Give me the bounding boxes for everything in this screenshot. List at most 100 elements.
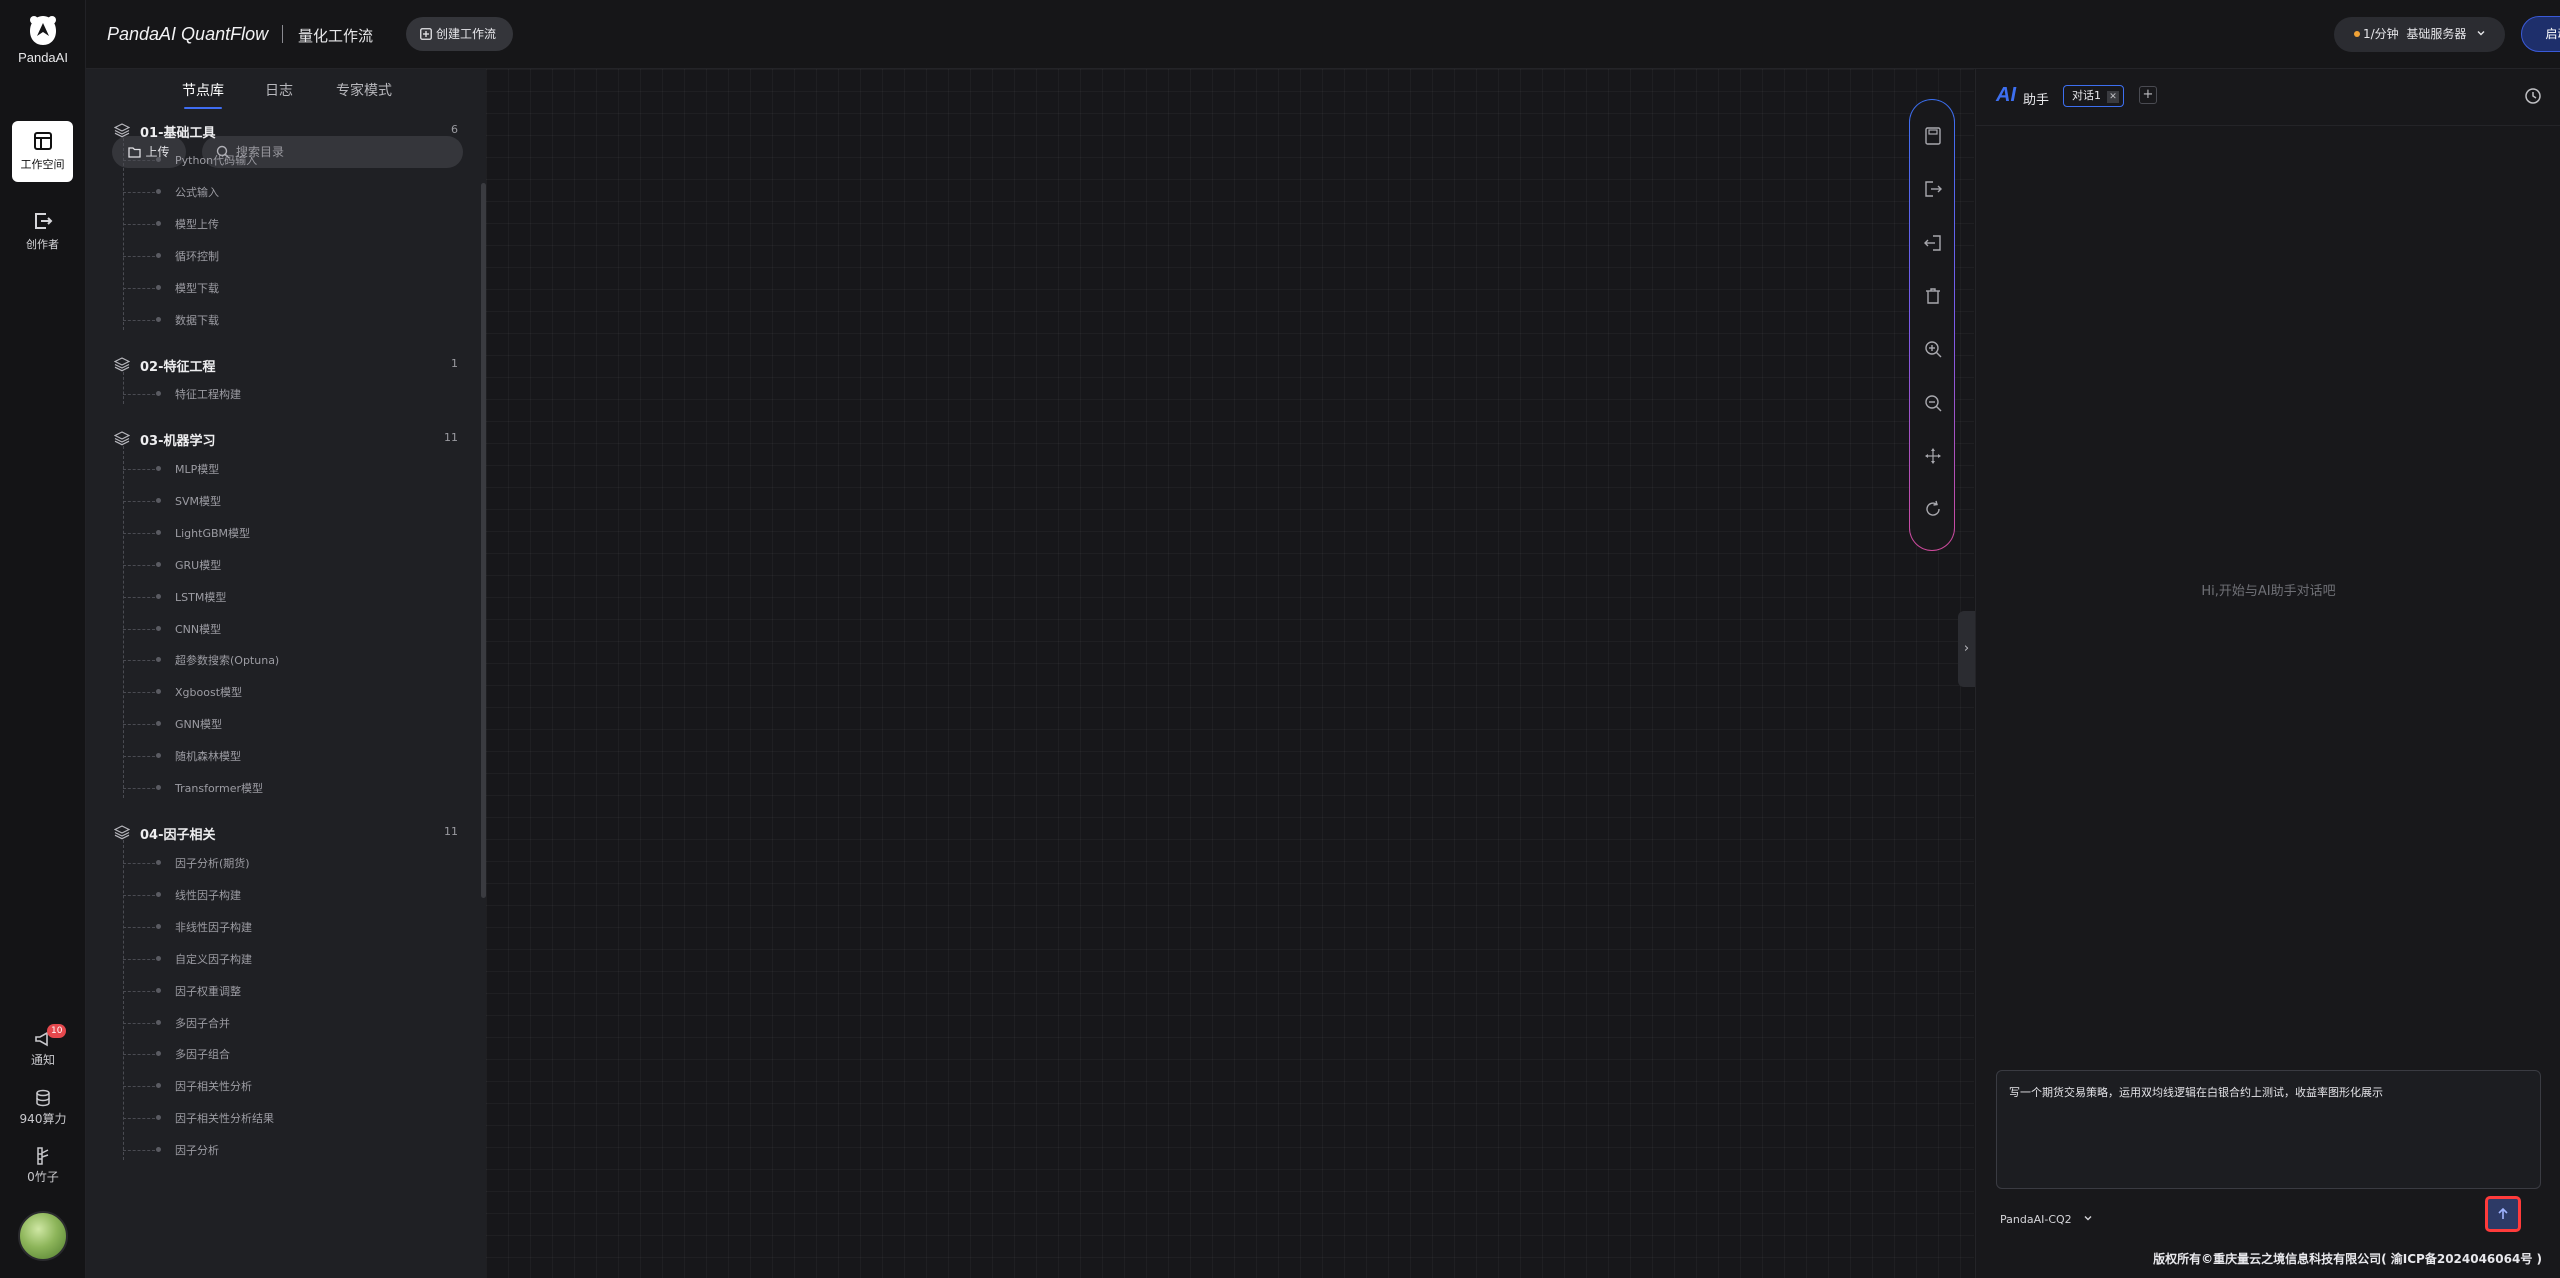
node-label: 多因子合并	[175, 1016, 230, 1030]
node-label: LSTM模型	[175, 590, 227, 604]
node-label: 因子分析(期货)	[175, 857, 250, 870]
tree-branch	[123, 319, 155, 321]
start-workflow-button[interactable]: 启动工作流	[2521, 16, 2560, 52]
create-workflow-button[interactable]: 创建工作流	[406, 17, 514, 51]
tree-branch	[123, 500, 155, 502]
node-item[interactable]: 循环控制	[86, 246, 446, 266]
node-item[interactable]: LSTM模型	[86, 587, 446, 607]
pandaai-logo[interactable]: PandaAI	[0, 14, 86, 65]
rail-item-notify[interactable]: 10 通知	[0, 1024, 86, 1068]
tree-branch	[123, 958, 155, 960]
node-dot	[156, 157, 161, 162]
node-item[interactable]: 多因子组合	[86, 1044, 446, 1064]
node-item[interactable]: 因子分析(期货)	[86, 853, 446, 873]
model-name: PandaAI-CQ2	[2000, 1213, 2072, 1226]
bamboo-icon	[37, 1147, 49, 1165]
node-item[interactable]: LightGBM模型	[86, 523, 446, 543]
node-item[interactable]: 自定义因子构建	[86, 949, 446, 969]
rail-item-workspace[interactable]: 工作空间	[12, 121, 73, 182]
node-item[interactable]: MLP模型	[86, 459, 446, 479]
tree-branch	[123, 1054, 155, 1056]
collapse-ai-panel-button[interactable]: ›	[1958, 611, 1975, 687]
node-item[interactable]: 数据下载	[86, 310, 446, 330]
node-item[interactable]: 因子分析	[86, 1140, 446, 1160]
coin-icon	[2354, 31, 2360, 37]
node-dot	[156, 923, 161, 929]
delete-button[interactable]	[1923, 286, 1943, 306]
rail-item-creator[interactable]: 创作者	[12, 201, 73, 262]
category-header[interactable]: 02-特征工程 1	[114, 354, 474, 376]
zoom-in-button[interactable]	[1923, 339, 1943, 359]
category-name: 04-因子相关	[140, 828, 216, 843]
tree-branch	[123, 160, 155, 161]
zoom-out-icon	[1925, 394, 1942, 411]
node-item[interactable]: 随机森林模型	[86, 746, 446, 766]
tab-log[interactable]: 日志	[265, 80, 293, 100]
node-item[interactable]: 因子相关性分析	[86, 1076, 446, 1096]
export-button[interactable]	[1923, 179, 1943, 199]
add-chat-button[interactable]: +	[2139, 86, 2157, 104]
plus-square-icon	[420, 28, 432, 40]
import-button[interactable]	[1923, 233, 1943, 253]
node-item[interactable]: GNN模型	[86, 714, 446, 734]
fit-view-button[interactable]	[1923, 446, 1943, 466]
category-count: 11	[444, 825, 458, 838]
tree-branch	[123, 863, 155, 864]
node-item[interactable]: 模型上传	[86, 214, 446, 234]
tree-branch	[123, 1150, 155, 1152]
chat-input[interactable]: 写一个期货交易策略，运用双均线逻辑在白银合约上测试，收益率图形化展示	[2009, 1085, 2528, 1175]
node-dot	[156, 593, 161, 599]
node-label: GRU模型	[175, 558, 222, 572]
arrow-up-icon	[2498, 1207, 2508, 1219]
node-label: 循环控制	[175, 249, 219, 263]
workspace-label: 工作空间	[20, 158, 65, 171]
import-icon	[1924, 234, 1941, 251]
workflow-canvas[interactable]	[486, 69, 1974, 1278]
left-rail: PandaAI 工作空间 创作者 10 通知 940算力 0竹子	[0, 0, 86, 1278]
history-icon[interactable]	[2524, 87, 2542, 105]
refresh-button[interactable]	[1923, 499, 1943, 519]
node-item[interactable]: SVM模型	[86, 491, 446, 511]
rail-item-bamboo[interactable]: 0竹子	[0, 1147, 86, 1185]
node-item[interactable]: GRU模型	[86, 555, 446, 575]
save-button[interactable]	[1923, 126, 1943, 146]
export-icon	[1925, 181, 1942, 197]
node-item[interactable]: 公式输入	[86, 182, 446, 202]
node-item[interactable]: 线性因子构建	[86, 885, 446, 905]
chat-tab[interactable]: 对话1 ✕	[2063, 85, 2124, 107]
tab-expert-mode[interactable]: 专家模式	[336, 80, 392, 100]
node-item[interactable]: 多因子合并	[86, 1013, 446, 1033]
ai-logo: AI	[1996, 84, 2016, 106]
tab-node-library[interactable]: 节点库	[182, 80, 224, 109]
empty-chat-hint: Hi,开始与AI助手对话吧	[2201, 584, 2336, 599]
zoom-out-button[interactable]	[1923, 393, 1943, 413]
node-item[interactable]: 超参数搜索(Optuna)	[86, 650, 446, 670]
user-avatar[interactable]	[18, 1211, 68, 1261]
node-item[interactable]: 因子权重调整	[86, 981, 446, 1001]
tree-branch	[123, 287, 155, 289]
server-name: 基础服务器	[2406, 27, 2467, 41]
send-button[interactable]	[2485, 1196, 2521, 1232]
node-item[interactable]: Transformer模型	[86, 778, 446, 798]
node-item[interactable]: CNN模型	[86, 619, 446, 639]
category-header[interactable]: 03-机器学习 11	[114, 428, 474, 450]
close-icon[interactable]: ✕	[2107, 91, 2119, 103]
model-select[interactable]: PandaAI-CQ2	[2000, 1210, 2093, 1230]
node-item[interactable]: Python代码输入	[86, 150, 446, 170]
tree-branch	[123, 394, 155, 395]
category-header[interactable]: 04-因子相关 11	[114, 822, 474, 844]
zoom-in-icon	[1925, 341, 1942, 358]
node-item[interactable]: 非线性因子构建	[86, 917, 446, 937]
rail-item-compute[interactable]: 940算力	[0, 1089, 86, 1127]
node-dot	[156, 391, 161, 396]
node-library-panel: 节点库 日志 专家模式 上传 01-基础工具6Python代码输入公式输入模型上…	[86, 69, 486, 1278]
category-header[interactable]: 01-基础工具 6	[114, 120, 474, 142]
category-count: 1	[451, 357, 458, 370]
node-item[interactable]: 因子相关性分析结果	[86, 1108, 446, 1128]
node-item[interactable]: 模型下载	[86, 278, 446, 298]
node-item[interactable]: Xgboost模型	[86, 682, 446, 702]
node-label: 数据下载	[175, 313, 219, 327]
node-dot	[156, 1083, 161, 1089]
node-item[interactable]: 特征工程构建	[86, 384, 446, 404]
server-select[interactable]: 1/分钟 基础服务器	[2334, 17, 2505, 52]
